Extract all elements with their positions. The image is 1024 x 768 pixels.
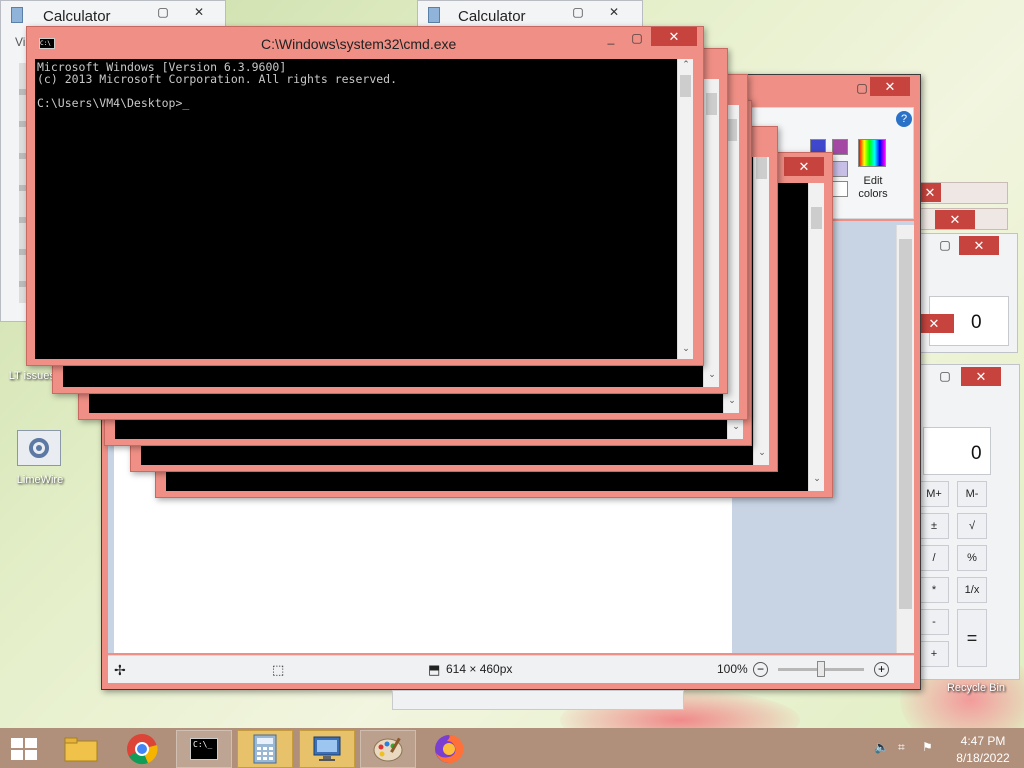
key-reciprocal[interactable]: 1/x: [957, 577, 987, 603]
key-sqrt[interactable]: √: [957, 513, 987, 539]
zoom-out-button[interactable]: −: [753, 662, 768, 677]
clock-time[interactable]: 4:47 PM: [955, 734, 1011, 748]
maximize-button[interactable]: ▢: [566, 3, 590, 21]
calculator-title: Calculator: [458, 8, 526, 25]
zoom-slider-thumb[interactable]: [817, 661, 825, 677]
start-button[interactable]: [8, 736, 40, 762]
key-percent[interactable]: %: [957, 545, 987, 571]
color-swatch-purple[interactable]: [832, 139, 848, 155]
calculator-icon: [11, 7, 23, 23]
calculator-icon: [253, 734, 277, 764]
window-bottom-edge: [392, 690, 684, 710]
close-button[interactable]: ✕: [784, 157, 824, 176]
taskbar-calculator[interactable]: [237, 730, 293, 768]
key-plusminus[interactable]: ±: [919, 513, 949, 539]
limewire-icon: [17, 430, 61, 466]
vertical-scrollbar[interactable]: ⌄: [703, 79, 719, 387]
firefox-icon: [435, 734, 464, 763]
taskbar-chrome[interactable]: [114, 730, 170, 768]
menu-fragment: Vi: [15, 35, 26, 49]
move-tool-icon: ✢: [114, 662, 126, 678]
cmd-window-active[interactable]: C:\ C:\Windows\system32\cmd.exe _ ▢ ✕ ⌃ …: [26, 26, 704, 366]
monitor-icon: [313, 736, 341, 761]
close-button[interactable]: ✕: [870, 77, 910, 96]
zoom-in-button[interactable]: +: [874, 662, 889, 677]
maximize-button[interactable]: ▢: [933, 236, 957, 254]
key-multiply[interactable]: *: [919, 577, 949, 603]
calculator-window-stack-3[interactable]: ▢ ✕ 0: [918, 233, 1018, 353]
cmd-prompt: C:\Users\VM4\Desktop>_: [37, 97, 189, 109]
taskbar-paint[interactable]: [360, 730, 416, 768]
maximize-button[interactable]: ▢: [151, 3, 175, 21]
cmd-cursor: _: [182, 96, 190, 110]
calculator-icon: [428, 7, 440, 23]
calculator-title: Calculator: [43, 8, 111, 25]
selection-size-icon: ⬚: [272, 662, 285, 677]
close-button[interactable]: ✕: [959, 236, 999, 255]
window-title: C:\Windows\system32\cmd.exe: [261, 36, 457, 52]
cmd-icon: C:\_: [190, 738, 218, 760]
taskbar-cmd[interactable]: C:\_: [176, 730, 232, 768]
maximize-button[interactable]: ▢: [625, 29, 649, 47]
windows-logo-icon: [11, 738, 37, 760]
calculator-window-main[interactable]: ▢ ✕ 0 M+ M- ± √ / % * 1/x - + =: [918, 364, 1020, 680]
canvas-size-label: 614 × 460px: [446, 662, 513, 676]
calculator-window-stack-1[interactable]: ✕: [918, 182, 1008, 204]
close-button[interactable]: ✕: [651, 27, 697, 46]
vertical-scrollbar[interactable]: ⌃ ⌄: [677, 59, 693, 359]
clock-date[interactable]: 8/18/2022: [952, 751, 1014, 765]
color-swatch-lavender[interactable]: [832, 161, 848, 177]
vertical-scrollbar[interactable]: ⌄: [753, 157, 769, 465]
close-button[interactable]: ✕: [187, 3, 211, 21]
desktop-icon-label: Recycle Bin: [946, 682, 1006, 694]
edit-colors-label[interactable]: Edit colors: [852, 175, 894, 201]
key-divide[interactable]: /: [919, 545, 949, 571]
key-minus[interactable]: -: [919, 609, 949, 635]
vertical-scrollbar[interactable]: ⌄: [808, 183, 824, 491]
minimize-button[interactable]: _: [599, 29, 623, 47]
color-swatch-white[interactable]: [832, 181, 848, 197]
cmd-prompt-text: C:\Users\VM4\Desktop>: [37, 96, 183, 110]
desktop-icon-label: LimeWire: [16, 474, 64, 486]
action-center-icon[interactable]: ⚑: [922, 740, 938, 756]
cmd-output-line: (c) 2013 Microsoft Corporation. All righ…: [37, 72, 398, 86]
taskbar-remote-desktop[interactable]: [299, 730, 355, 768]
display-value: 0: [971, 312, 982, 333]
close-button[interactable]: ✕: [919, 183, 941, 202]
edit-colors-icon[interactable]: [858, 139, 886, 167]
desktop-icon-limewire[interactable]: LimeWire: [4, 428, 76, 492]
maximize-button[interactable]: ▢: [933, 367, 957, 385]
help-icon[interactable]: ?: [896, 111, 912, 127]
close-button[interactable]: ✕: [961, 367, 1001, 386]
zoom-level-label: 100%: [717, 662, 748, 676]
close-button[interactable]: ✕: [602, 3, 626, 21]
desktop-icon-recycle-bin[interactable]: Recycle Bin: [940, 682, 1012, 698]
scroll-thumb[interactable]: [680, 75, 691, 97]
close-button[interactable]: ✕: [935, 210, 975, 229]
key-plus[interactable]: +: [919, 641, 949, 667]
display-value: 0: [971, 443, 982, 464]
key-mminus[interactable]: M-: [957, 481, 987, 507]
key-equals[interactable]: =: [957, 609, 987, 667]
vertical-scrollbar[interactable]: [896, 225, 914, 653]
chrome-icon: [127, 734, 158, 765]
volume-muted-icon[interactable]: 🔈: [874, 740, 890, 756]
taskbar-firefox[interactable]: [421, 730, 477, 768]
canvas-size-icon: ⬒: [428, 662, 441, 677]
scroll-thumb[interactable]: [899, 239, 912, 609]
taskbar-file-explorer[interactable]: [53, 730, 109, 768]
calculator-window-stack-2[interactable]: ✕: [918, 208, 1008, 230]
cmd-icon: C:\: [39, 38, 55, 49]
folder-icon: [64, 737, 98, 762]
network-icon[interactable]: ⌗: [898, 740, 914, 756]
paint-palette-icon: [373, 737, 403, 762]
key-mplus[interactable]: M+: [919, 481, 949, 507]
